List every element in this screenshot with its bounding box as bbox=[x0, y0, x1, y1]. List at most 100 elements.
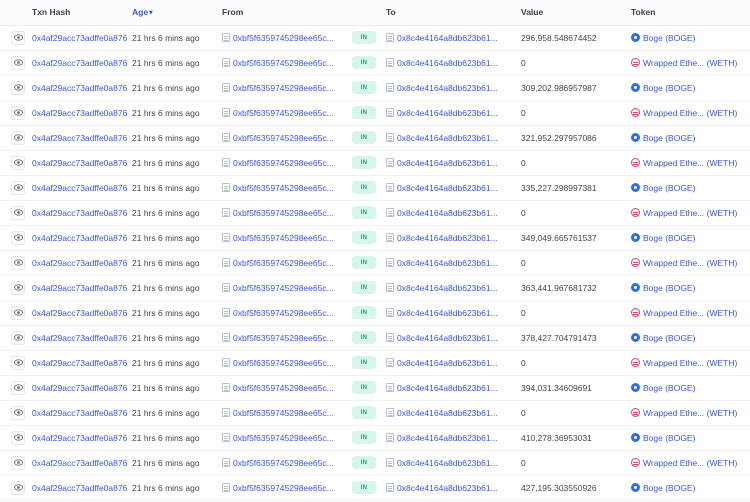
column-header-age[interactable]: Age▾ bbox=[128, 0, 218, 26]
from-address-link[interactable]: 0xbf5f6359745298ee65c... bbox=[233, 383, 334, 393]
token-link[interactable]: Boge (BOGE) bbox=[643, 233, 695, 243]
eye-icon[interactable] bbox=[11, 155, 25, 170]
eye-icon[interactable] bbox=[11, 280, 25, 295]
from-address-link[interactable]: 0xbf5f6359745298ee65c... bbox=[233, 333, 334, 343]
eye-icon[interactable] bbox=[11, 80, 25, 95]
to-address-link[interactable]: 0x8c4e4164a8db623b61... bbox=[397, 133, 498, 143]
eye-icon[interactable] bbox=[11, 180, 25, 195]
to-address-link[interactable]: 0x8c4e4164a8db623b61... bbox=[397, 358, 498, 368]
to-address-link[interactable]: 0x8c4e4164a8db623b61... bbox=[397, 258, 498, 268]
eye-icon[interactable] bbox=[11, 455, 25, 470]
txn-hash-link[interactable]: 0x4af29acc73adffe0a876... bbox=[32, 458, 128, 468]
eye-icon[interactable] bbox=[11, 380, 25, 395]
to-address-link[interactable]: 0x8c4e4164a8db623b61... bbox=[397, 158, 498, 168]
txn-hash-link[interactable]: 0x4af29acc73adffe0a876... bbox=[32, 258, 128, 268]
sort-descending-icon[interactable]: ▾ bbox=[149, 9, 153, 17]
value-text: 410,278.36953031 bbox=[521, 432, 592, 443]
eye-icon[interactable] bbox=[11, 355, 25, 370]
to-address-link[interactable]: 0x8c4e4164a8db623b61... bbox=[397, 33, 498, 43]
to-address-link[interactable]: 0x8c4e4164a8db623b61... bbox=[397, 108, 498, 118]
to-address-link[interactable]: 0x8c4e4164a8db623b61... bbox=[397, 208, 498, 218]
from-address-link[interactable]: 0xbf5f6359745298ee65c... bbox=[233, 33, 334, 43]
to-address-link[interactable]: 0x8c4e4164a8db623b61... bbox=[397, 58, 498, 68]
from-address-link[interactable]: 0xbf5f6359745298ee65c... bbox=[233, 133, 334, 143]
txn-hash-link[interactable]: 0x4af29acc73adffe0a876... bbox=[32, 308, 128, 318]
txn-hash-link[interactable]: 0x4af29acc73adffe0a876... bbox=[32, 283, 128, 293]
from-address-link[interactable]: 0xbf5f6359745298ee65c... bbox=[233, 58, 334, 68]
token-link[interactable]: Boge (BOGE) bbox=[643, 33, 695, 43]
token-link[interactable]: Wrapped Ethe... (WETH) bbox=[643, 358, 737, 368]
token-link[interactable]: Wrapped Ethe... (WETH) bbox=[643, 108, 737, 118]
token-link[interactable]: Boge (BOGE) bbox=[643, 383, 695, 393]
txn-hash-link[interactable]: 0x4af29acc73adffe0a876... bbox=[32, 58, 128, 68]
eye-icon[interactable] bbox=[11, 480, 25, 495]
txn-hash-link[interactable]: 0x4af29acc73adffe0a876... bbox=[32, 158, 128, 168]
from-address-link[interactable]: 0xbf5f6359745298ee65c... bbox=[233, 233, 334, 243]
token-link[interactable]: Boge (BOGE) bbox=[643, 83, 695, 93]
token-link[interactable]: Boge (BOGE) bbox=[643, 433, 695, 443]
eye-icon[interactable] bbox=[11, 330, 25, 345]
txn-hash-link[interactable]: 0x4af29acc73adffe0a876... bbox=[32, 108, 128, 118]
token-link[interactable]: Wrapped Ethe... (WETH) bbox=[643, 308, 737, 318]
eye-icon[interactable] bbox=[11, 430, 25, 445]
from-address-link[interactable]: 0xbf5f6359745298ee65c... bbox=[233, 258, 334, 268]
token-link[interactable]: Boge (BOGE) bbox=[643, 183, 695, 193]
token-link[interactable]: Boge (BOGE) bbox=[643, 283, 695, 293]
token-link[interactable]: Boge (BOGE) bbox=[643, 483, 695, 493]
txn-hash-link[interactable]: 0x4af29acc73adffe0a876... bbox=[32, 408, 128, 418]
from-address-link[interactable]: 0xbf5f6359745298ee65c... bbox=[233, 283, 334, 293]
to-address-link[interactable]: 0x8c4e4164a8db623b61... bbox=[397, 233, 498, 243]
to-address-link[interactable]: 0x8c4e4164a8db623b61... bbox=[397, 333, 498, 343]
txn-hash-link[interactable]: 0x4af29acc73adffe0a876... bbox=[32, 483, 128, 493]
token-link[interactable]: Wrapped Ethe... (WETH) bbox=[643, 258, 737, 268]
token-link[interactable]: Boge (BOGE) bbox=[643, 133, 695, 143]
from-address-link[interactable]: 0xbf5f6359745298ee65c... bbox=[233, 208, 334, 218]
eye-icon[interactable] bbox=[11, 205, 25, 220]
token-link[interactable]: Wrapped Ethe... (WETH) bbox=[643, 408, 737, 418]
to-address-link[interactable]: 0x8c4e4164a8db623b61... bbox=[397, 183, 498, 193]
eye-icon[interactable] bbox=[11, 105, 25, 120]
to-address-link[interactable]: 0x8c4e4164a8db623b61... bbox=[397, 283, 498, 293]
to-address-link[interactable]: 0x8c4e4164a8db623b61... bbox=[397, 458, 498, 468]
to-address-link[interactable]: 0x8c4e4164a8db623b61... bbox=[397, 408, 498, 418]
eye-icon[interactable] bbox=[11, 305, 25, 320]
from-address-link[interactable]: 0xbf5f6359745298ee65c... bbox=[233, 83, 334, 93]
to-address-link[interactable]: 0x8c4e4164a8db623b61... bbox=[397, 433, 498, 443]
token-link[interactable]: Wrapped Ethe... (WETH) bbox=[643, 208, 737, 218]
from-address-link[interactable]: 0xbf5f6359745298ee65c... bbox=[233, 458, 334, 468]
txn-hash-link[interactable]: 0x4af29acc73adffe0a876... bbox=[32, 33, 128, 43]
txn-hash-link[interactable]: 0x4af29acc73adffe0a876... bbox=[32, 133, 128, 143]
token-link[interactable]: Wrapped Ethe... (WETH) bbox=[643, 58, 737, 68]
from-address-link[interactable]: 0xbf5f6359745298ee65c... bbox=[233, 433, 334, 443]
to-address-link[interactable]: 0x8c4e4164a8db623b61... bbox=[397, 383, 498, 393]
txn-hash-link[interactable]: 0x4af29acc73adffe0a876... bbox=[32, 333, 128, 343]
txn-hash-link[interactable]: 0x4af29acc73adffe0a876... bbox=[32, 83, 128, 93]
eye-icon[interactable] bbox=[11, 255, 25, 270]
token-link[interactable]: Wrapped Ethe... (WETH) bbox=[643, 458, 737, 468]
token-link[interactable]: Boge (BOGE) bbox=[643, 333, 695, 343]
to-address-link[interactable]: 0x8c4e4164a8db623b61... bbox=[397, 308, 498, 318]
from-address-link[interactable]: 0xbf5f6359745298ee65c... bbox=[233, 308, 334, 318]
txn-hash-link[interactable]: 0x4af29acc73adffe0a876... bbox=[32, 358, 128, 368]
eye-icon[interactable] bbox=[11, 30, 25, 45]
from-address-link[interactable]: 0xbf5f6359745298ee65c... bbox=[233, 183, 334, 193]
eye-icon[interactable] bbox=[11, 55, 25, 70]
token-link[interactable]: Wrapped Ethe... (WETH) bbox=[643, 158, 737, 168]
cell-txn-hash: 0x4af29acc73adffe0a876... bbox=[28, 150, 128, 176]
from-address-link[interactable]: 0xbf5f6359745298ee65c... bbox=[233, 408, 334, 418]
txn-hash-link[interactable]: 0x4af29acc73adffe0a876... bbox=[32, 383, 128, 393]
txn-hash-link[interactable]: 0x4af29acc73adffe0a876... bbox=[32, 183, 128, 193]
txn-hash-link[interactable]: 0x4af29acc73adffe0a876... bbox=[32, 208, 128, 218]
eye-icon[interactable] bbox=[11, 230, 25, 245]
eye-icon[interactable] bbox=[11, 130, 25, 145]
eye-icon[interactable] bbox=[11, 405, 25, 420]
txn-hash-link[interactable]: 0x4af29acc73adffe0a876... bbox=[32, 433, 128, 443]
from-address-link[interactable]: 0xbf5f6359745298ee65c... bbox=[233, 483, 334, 493]
cell-from: 0xbf5f6359745298ee65c... bbox=[218, 150, 348, 176]
from-address-link[interactable]: 0xbf5f6359745298ee65c... bbox=[233, 108, 334, 118]
from-address-link[interactable]: 0xbf5f6359745298ee65c... bbox=[233, 158, 334, 168]
from-address-link[interactable]: 0xbf5f6359745298ee65c... bbox=[233, 358, 334, 368]
to-address-link[interactable]: 0x8c4e4164a8db623b61... bbox=[397, 83, 498, 93]
txn-hash-link[interactable]: 0x4af29acc73adffe0a876... bbox=[32, 233, 128, 243]
to-address-link[interactable]: 0x8c4e4164a8db623b61... bbox=[397, 483, 498, 493]
